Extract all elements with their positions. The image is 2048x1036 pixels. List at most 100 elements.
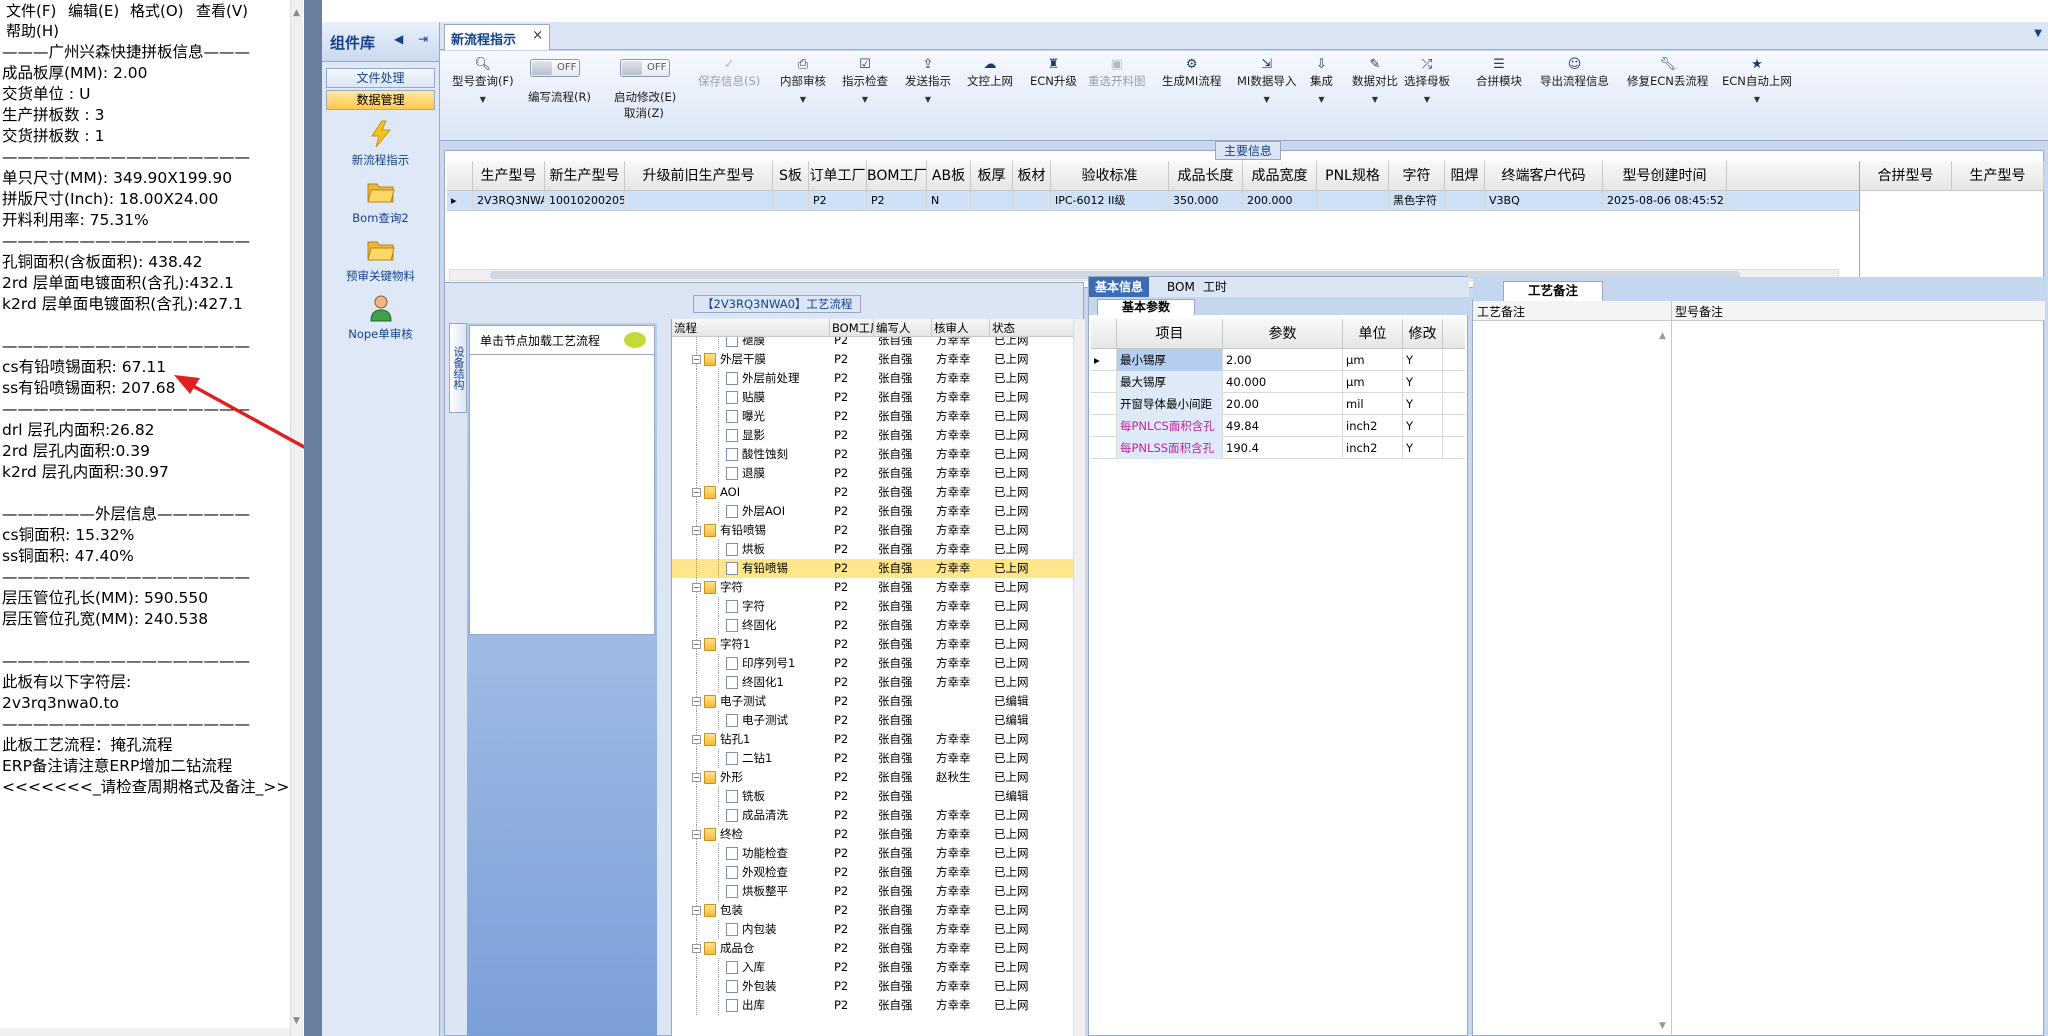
info-horizontal-scrollbar[interactable] [0, 1028, 290, 1036]
main-info-cell[interactable] [1445, 191, 1485, 211]
load-flow-hint[interactable]: 单击节点加载工艺流程 [469, 325, 655, 355]
flow-vertical-scrollbar[interactable] [1073, 319, 1085, 1036]
tab-new-flow[interactable]: 新流程指示 × [444, 24, 550, 50]
collapse-toggle-icon[interactable]: − [692, 773, 701, 782]
export-flow-info-button[interactable]: ☺ 导出流程信息 [1540, 57, 1609, 89]
flow-tree-row[interactable]: − 字符 P2 张自强 方幸幸 已上网 [672, 578, 1074, 597]
flow-tree-row[interactable]: 外层前处理 P2 张自强 方幸幸 已上网 [672, 369, 1074, 388]
col-item[interactable]: 项目 [1117, 319, 1223, 349]
main-info-cell[interactable] [1317, 191, 1389, 211]
main-info-header-cell[interactable]: 生产型号 [473, 161, 545, 191]
lib-item-new-flow[interactable]: 新流程指示 [322, 120, 439, 168]
main-info-cell[interactable]: 黑色字符 [1389, 191, 1445, 211]
main-info-header-cell[interactable]: 板材 [1013, 161, 1051, 191]
main-info-cell[interactable]: 2025-08-06 08:45:52 [1603, 191, 1727, 211]
data-management-button[interactable]: 数据管理 [326, 90, 435, 110]
main-info-header-cell[interactable]: 阻焊 [1445, 161, 1485, 191]
flow-tree-row[interactable]: 外包装 P2 张自强 方幸幸 已上网 [672, 977, 1074, 996]
flow-tree-row[interactable]: − 钻孔1 P2 张自强 方幸幸 已上网 [672, 730, 1074, 749]
main-info-header-cell[interactable]: BOM工厂 [867, 161, 927, 191]
ecn-auto-upload-button[interactable]: ★ ECN自动上网 ▼ [1722, 57, 1792, 104]
flow-tree-row[interactable]: 出库 P2 张自强 方幸幸 已上网 [672, 996, 1074, 1015]
tab-basic-info[interactable]: 基本信息 [1089, 277, 1150, 297]
reselect-cut-diagram-button[interactable]: ▣ 重选开料图 [1088, 57, 1146, 89]
collapse-toggle-icon[interactable]: − [692, 355, 701, 364]
flow-tree-row[interactable]: 贴膜 P2 张自强 方幸幸 已上网 [672, 388, 1074, 407]
flow-tree-row[interactable]: − 电子测试 P2 张自强 已编辑 [672, 692, 1074, 711]
col-unit[interactable]: 单位 [1343, 319, 1403, 349]
main-info-cell[interactable] [1013, 191, 1051, 211]
select-parent-board-button[interactable]: ⤮ 选择母板 ▼ [1404, 57, 1450, 104]
flow-tree-row[interactable]: − 有铅喷锡 P2 张自强 方幸幸 已上网 [672, 521, 1074, 540]
basic-param-param[interactable]: 2.00 [1223, 349, 1343, 371]
basic-param-row[interactable]: 最大锡厚 40.000 μm Y [1091, 371, 1465, 393]
main-info-header-cell[interactable]: 终端客户代码 [1485, 161, 1603, 191]
notes-scrollbar[interactable]: ▲ ▼ [1659, 331, 1671, 1031]
save-info-button[interactable]: ✓ 保存信息(S) [698, 57, 760, 89]
flow-tree-row[interactable]: 退膜 P2 张自强 方幸幸 已上网 [672, 464, 1074, 483]
basic-param-param[interactable]: 40.000 [1223, 371, 1343, 393]
flow-header-cell[interactable]: 核审人 [932, 319, 990, 337]
integrate-button[interactable]: ⇩ 集成 ▼ [1310, 57, 1333, 104]
main-info-header-cell[interactable]: 升级前旧生产型号 [625, 161, 773, 191]
collapse-toggle-icon[interactable]: − [692, 830, 701, 839]
tab-list-dropdown-icon[interactable]: ▼ [2034, 28, 2042, 39]
flow-tree-row[interactable]: 终固化 P2 张自强 方幸幸 已上网 [672, 616, 1074, 635]
main-info-cell[interactable]: N [927, 191, 971, 211]
main-info-cell[interactable]: 2V3RQ3NWA0 [473, 191, 545, 211]
main-info-header-cell[interactable]: 订单工厂 [809, 161, 867, 191]
flow-tree-row[interactable]: 烘板 P2 张自强 方幸幸 已上网 [672, 540, 1074, 559]
start-modify-toggle[interactable]: OFF [620, 59, 670, 77]
main-info-header-cell[interactable]: 成品宽度 [1243, 161, 1317, 191]
main-info-cell[interactable]: 200.000 [1243, 191, 1317, 211]
flow-tree-row[interactable]: 内包装 P2 张自强 方幸幸 已上网 [672, 920, 1074, 939]
flow-header-cell[interactable]: 状态 [990, 319, 1074, 337]
menu-edit[interactable]: 编辑(E) [68, 0, 119, 21]
flow-tree-row[interactable]: − 成品仓 P2 张自强 方幸幸 已上网 [672, 939, 1074, 958]
tab-process-notes[interactable]: 工艺备注 [1503, 281, 1603, 301]
upload-online-button[interactable]: ☁ 文控上网 [967, 57, 1013, 89]
mi-data-import-button[interactable]: ⇲ MI数据导入 ▼ [1237, 57, 1296, 104]
flow-tree-row[interactable]: − 外形 P2 张自强 赵秋生 已上网 [672, 768, 1074, 787]
menu-file[interactable]: 文件(F) [6, 0, 56, 21]
node-tree-area[interactable] [469, 355, 655, 635]
file-processing-button[interactable]: 文件处理 [326, 68, 435, 88]
main-info-cell[interactable]: 10010200205082 [545, 191, 625, 211]
model-query-button[interactable]: 🔍︎ 型号查询(F) ▼ [452, 57, 514, 104]
main-info-header-cell[interactable]: 验收标准 [1051, 161, 1169, 191]
chevron-down-icon[interactable]: ▼ [452, 95, 514, 104]
merge-module-button[interactable]: ☰ 合拼模块 [1476, 57, 1522, 89]
close-icon[interactable]: × [532, 28, 543, 43]
basic-param-param[interactable]: 20.00 [1223, 393, 1343, 415]
col-modify[interactable]: 修改 [1403, 319, 1443, 349]
lib-item-bom-query[interactable]: Bom查询2 [322, 178, 439, 226]
flow-tree-row[interactable]: 有铅喷锡 P2 张自强 方幸幸 已上网 [672, 559, 1074, 578]
lib-item-nope-review[interactable]: Nope单审核 [322, 294, 439, 342]
flow-header-cell[interactable]: 流程 [672, 319, 830, 337]
flow-tree-row[interactable]: − AOI P2 张自强 方幸幸 已上网 [672, 483, 1074, 502]
flow-tree-row[interactable]: − 包装 P2 张自强 方幸幸 已上网 [672, 901, 1074, 920]
flow-tree-row[interactable]: 成品清洗 P2 张自强 方幸幸 已上网 [672, 806, 1074, 825]
collapse-toggle-icon[interactable]: − [692, 640, 701, 649]
info-text-panel[interactable]: 文件(F) 编辑(E) 格式(O) 查看(V) 帮助(H) ———广州兴森快捷拼… [0, 0, 347, 1036]
collapse-toggle-icon[interactable]: − [692, 944, 701, 953]
flow-tree-row[interactable]: 印序列号1 P2 张自强 方幸幸 已上网 [672, 654, 1074, 673]
flow-tree-row[interactable]: 烘板整平 P2 张自强 方幸幸 已上网 [672, 882, 1074, 901]
cancel-label[interactable]: 取消(Z) [624, 105, 664, 121]
main-info-cell[interactable] [773, 191, 809, 211]
main-info-header-cell[interactable]: 字符 [1389, 161, 1445, 191]
flow-tree-row[interactable]: 终固化1 P2 张自强 方幸幸 已上网 [672, 673, 1074, 692]
main-info-header-cell[interactable]: 新生产型号 [545, 161, 625, 191]
main-info-header-cell[interactable]: AB板 [927, 161, 971, 191]
collapse-toggle-icon[interactable]: − [692, 697, 701, 706]
main-info-cell[interactable]: V3BQ [1485, 191, 1603, 211]
main-info-cell[interactable] [625, 191, 773, 211]
equipment-structure-tab[interactable]: 设备结构 [449, 323, 467, 413]
flow-tree-row[interactable]: 曝光 P2 张自强 方幸幸 已上网 [672, 407, 1074, 426]
menu-help[interactable]: 帮助(H) [6, 20, 59, 41]
main-info-data-row[interactable]: ▸2V3RQ3NWA010010200205082P2P2NIPC-6012 I… [447, 191, 1859, 211]
tab-worktime[interactable]: 工时 [1197, 277, 1233, 297]
instruction-check-button[interactable]: ☑ 指示检查 ▼ [842, 57, 888, 104]
main-info-header-cell[interactable]: 型号创建时间 [1603, 161, 1727, 191]
flow-tree-row[interactable]: − 字符1 P2 张自强 方幸幸 已上网 [672, 635, 1074, 654]
